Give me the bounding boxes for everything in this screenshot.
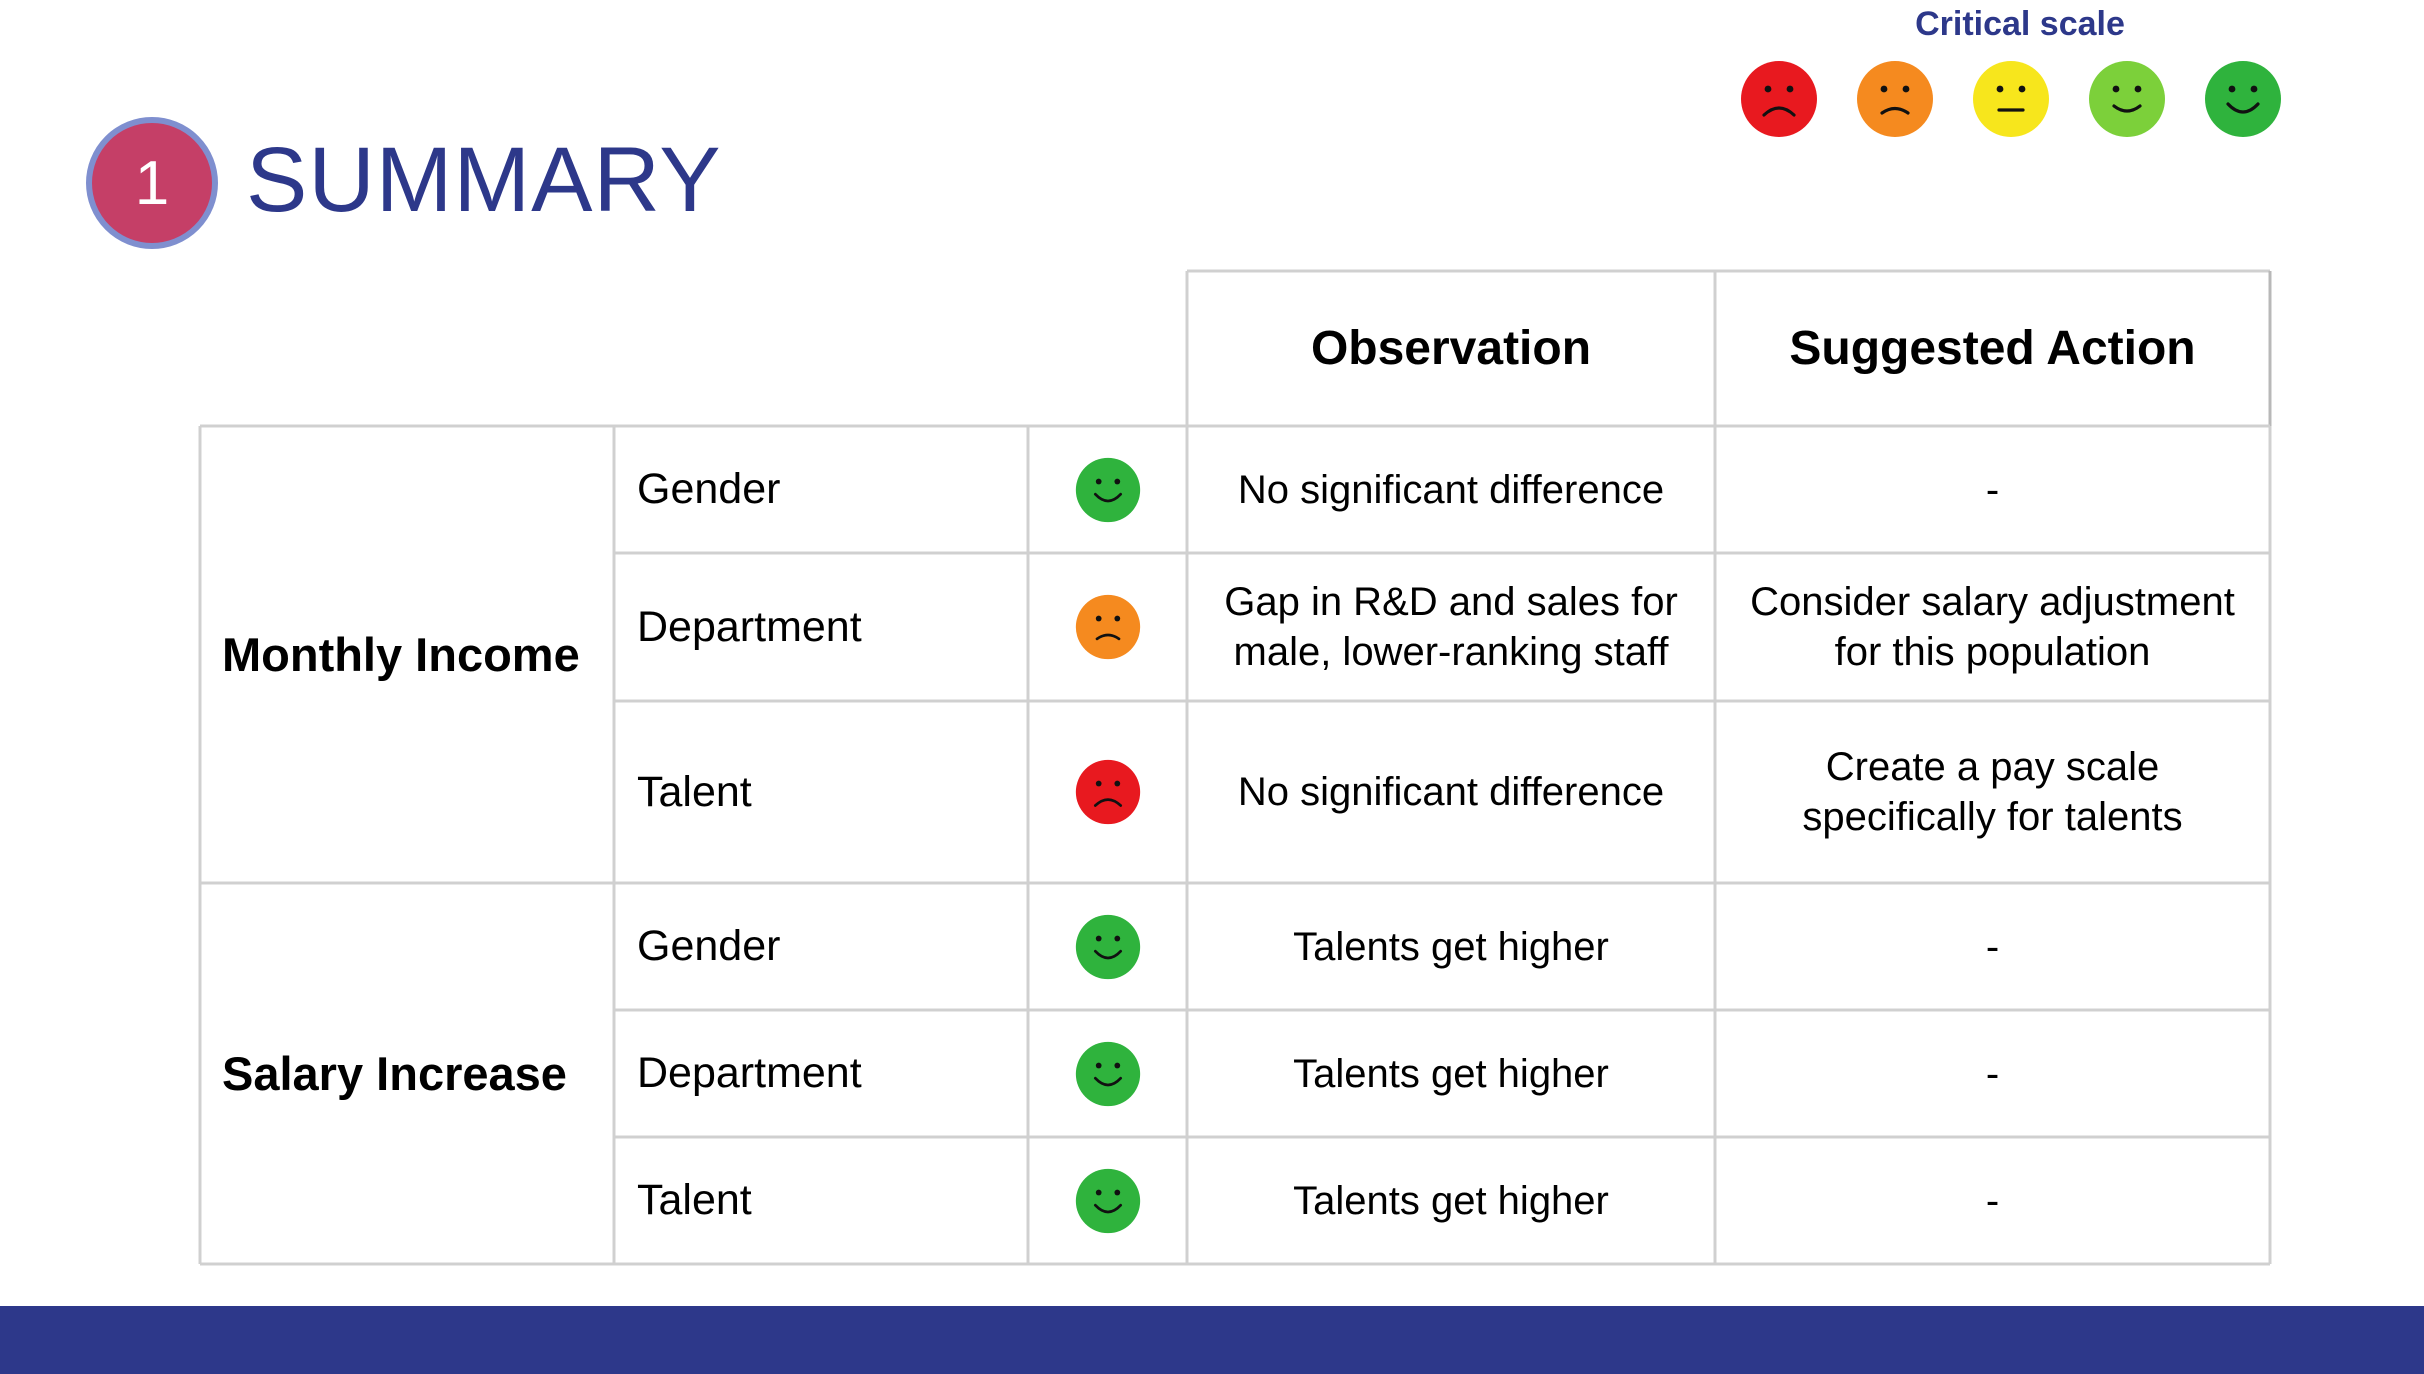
very-happy-face-icon: [1075, 1041, 1140, 1106]
very-happy-face-icon: [2205, 61, 2281, 137]
rating-cell: [1028, 1010, 1187, 1137]
critical-scale-title: Critical scale: [1915, 5, 2125, 43]
footer-bar: [0, 1306, 2424, 1374]
observation-cell: No significant difference: [1237, 770, 1665, 814]
row-sub-label: Talent: [637, 1176, 752, 1224]
observation-cell: Gap in R&D and sales for male, lower-ran…: [1224, 580, 1678, 674]
rating-cell: [1028, 426, 1187, 553]
row-sub-label: Gender: [637, 922, 781, 970]
very-sad-face-icon: [1741, 61, 1817, 137]
suggested-action-cell: Consider salary adjustment for this popu…: [1750, 580, 2235, 674]
rating-cell: [1028, 1137, 1187, 1264]
row-sub-label: Department: [637, 602, 862, 651]
page-title: SUMMARY: [246, 129, 722, 231]
group-label-salary-increase: Salary Increase: [222, 1047, 567, 1100]
row-sub-label: Department: [637, 1049, 862, 1097]
observation-cell: No significant difference: [1237, 467, 1665, 512]
very-happy-face-icon: [1075, 914, 1140, 979]
sad-face-icon: [1857, 61, 1933, 137]
suggested-action-cell: -: [1985, 467, 2000, 512]
sad-face-icon: [1075, 594, 1140, 660]
suggested-action-cell: -: [1985, 924, 2000, 969]
very-sad-face-icon: [1075, 759, 1140, 825]
rating-cell: [1028, 553, 1187, 701]
observation-cell: Talents get higher: [1293, 1178, 1609, 1223]
neutral-face-icon: [1973, 61, 2049, 137]
suggested-action-cell: -: [1985, 1051, 2000, 1096]
happy-face-icon: [2089, 61, 2165, 137]
row-sub-label: Gender: [637, 465, 781, 513]
rating-cell: [1028, 883, 1187, 1010]
observation-cell: Talents get higher: [1293, 924, 1609, 969]
suggested-action-cell: Create a pay scale specifically for tale…: [1802, 745, 2183, 839]
very-happy-face-icon: [1075, 457, 1140, 522]
row-sub-label: Talent: [637, 767, 752, 816]
group-label-monthly-income: Monthly Income: [222, 628, 580, 681]
observation-cell: Talents get higher: [1293, 1051, 1609, 1096]
suggested-action-cell: -: [1985, 1178, 2000, 1223]
column-header-observation: Observation: [1310, 322, 1592, 375]
very-happy-face-icon: [1075, 1168, 1140, 1233]
rating-cell: [1028, 701, 1187, 883]
section-number-badge: 1: [86, 117, 218, 249]
column-header-suggested-action: Suggested Action: [1789, 322, 2196, 375]
